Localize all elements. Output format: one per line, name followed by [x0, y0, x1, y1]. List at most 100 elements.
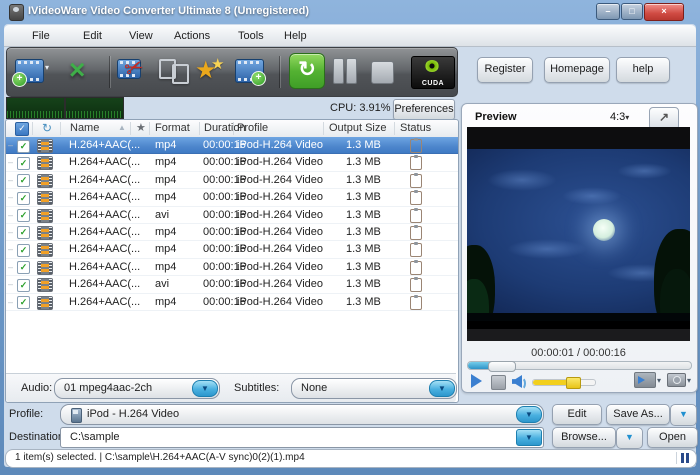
row-checkbox[interactable]: ✓ [17, 296, 30, 309]
row-checkbox[interactable]: ✓ [17, 279, 30, 292]
preview-title: Preview [475, 111, 517, 123]
destination-input[interactable]: C:\sample ▼ [60, 427, 544, 448]
app-window: IVideoWare Video Converter Ultimate 8 (U… [0, 0, 700, 475]
select-all-checkbox[interactable]: ✓ [15, 122, 29, 136]
help-button[interactable]: help [616, 57, 670, 83]
stop-button[interactable] [371, 61, 394, 84]
delete-button[interactable]: × [69, 55, 85, 89]
aspect-ratio-select[interactable]: 4:3▾ [610, 111, 629, 123]
menu-help[interactable]: Help [280, 29, 311, 43]
cell-format: mp4 [155, 174, 176, 186]
snapshot-camera-icon[interactable] [667, 373, 686, 387]
edit-profile-button[interactable]: Edit [552, 404, 602, 425]
plus-icon: + [12, 72, 27, 87]
audio-track-value: 01 mpeg4aac-2ch [64, 382, 152, 394]
table-row[interactable]: – ✓ H.264+AAC(... mp4 00:00:16 iPod-H.26… [6, 137, 458, 154]
column-output-size[interactable]: Output Size [329, 122, 386, 134]
row-checkbox[interactable]: ✓ [17, 226, 30, 239]
subtitles-select[interactable]: None ▼ [291, 378, 457, 399]
cell-format: mp4 [155, 296, 176, 308]
column-name[interactable]: Name [70, 122, 99, 134]
table-row[interactable]: – ✓ H.264+AAC(... mp4 00:00:16 iPod-H.26… [6, 224, 458, 241]
client-area: File Edit View Actions Tools Help + ▾ × … [4, 24, 696, 467]
seek-progress [468, 362, 490, 369]
profile-select[interactable]: iPod - H.264 Video ▼ [60, 404, 544, 425]
menu-tools[interactable]: Tools [234, 29, 268, 43]
row-checkbox[interactable]: ✓ [17, 209, 30, 222]
row-checkbox[interactable]: ✓ [17, 244, 30, 257]
row-tree-dash: – [8, 244, 13, 254]
seek-bar[interactable] [467, 361, 692, 370]
dropdown-arrow-icon[interactable]: ▼ [192, 380, 218, 397]
chevron-down-icon[interactable]: ▾ [657, 376, 661, 385]
cuda-label: CUDA [412, 80, 454, 87]
browse-button[interactable]: Browse... [552, 427, 616, 448]
menu-edit[interactable]: Edit [79, 29, 106, 43]
browse-dropdown-button[interactable]: ▼ [616, 427, 643, 449]
video-file-icon [37, 243, 53, 257]
dropdown-arrow-icon[interactable]: ▼ [516, 429, 542, 446]
preview-mode-icon[interactable] [634, 372, 656, 388]
volume-thumb[interactable] [566, 377, 581, 389]
pause-button[interactable] [333, 55, 359, 89]
row-checkbox[interactable]: ✓ [17, 261, 30, 274]
row-checkbox[interactable]: ✓ [17, 192, 30, 205]
row-checkbox[interactable]: ✓ [17, 174, 30, 187]
audio-subtitle-bar: Audio: 01 mpeg4aac-2ch ▼ Subtitles: None… [6, 373, 456, 402]
column-format[interactable]: Format [155, 122, 190, 134]
row-checkbox[interactable]: ✓ [17, 157, 30, 170]
convert-button[interactable]: ↻ [289, 53, 325, 89]
row-checkbox[interactable]: ✓ [17, 140, 30, 153]
homepage-button[interactable]: Homepage [544, 57, 610, 83]
status-clipboard-icon [410, 209, 422, 223]
title-bar[interactable]: IVideoWare Video Converter Ultimate 8 (U… [0, 0, 700, 24]
minimize-button[interactable]: – [596, 3, 620, 20]
table-row[interactable]: – ✓ H.264+AAC(... avi 00:00:16 iPod-H.26… [6, 207, 458, 224]
menu-file[interactable]: File [28, 29, 54, 43]
column-favorite-icon[interactable]: ★ [136, 121, 146, 134]
add-file-button[interactable]: + [235, 55, 271, 89]
chevron-down-icon[interactable]: ▾ [687, 376, 691, 385]
menu-view[interactable]: View [125, 29, 157, 43]
cuda-button[interactable]: CUDA [411, 56, 455, 89]
table-row[interactable]: – ✓ H.264+AAC(... mp4 00:00:16 iPod-H.26… [6, 189, 458, 206]
subtitles-value: None [301, 382, 327, 394]
register-button[interactable]: Register [477, 57, 533, 83]
add-video-button[interactable]: + ▾ [15, 55, 57, 89]
dropdown-arrow-icon[interactable]: ▼ [516, 406, 542, 423]
menu-actions[interactable]: Actions [170, 29, 214, 43]
table-row[interactable]: – ✓ H.264+AAC(... avi 00:00:16 iPod-H.26… [6, 276, 458, 293]
volume-icon[interactable] [512, 375, 526, 388]
video-display[interactable] [467, 127, 690, 341]
volume-slider[interactable] [532, 379, 596, 386]
merge-button[interactable] [157, 55, 191, 89]
close-button[interactable]: × [644, 3, 684, 21]
column-profile[interactable]: Profile [237, 122, 268, 134]
video-file-icon [37, 191, 53, 205]
table-row[interactable]: – ✓ H.264+AAC(... mp4 00:00:16 iPod-H.26… [6, 154, 458, 171]
save-as-dropdown-button[interactable]: ▼ [670, 404, 697, 426]
table-row[interactable]: – ✓ H.264+AAC(... mp4 00:00:16 iPod-H.26… [6, 241, 458, 258]
dropdown-arrow-icon[interactable]: ▼ [429, 380, 455, 397]
row-tree-dash: – [8, 262, 13, 272]
stop-playback-button[interactable] [491, 375, 506, 390]
play-button[interactable] [471, 374, 482, 388]
column-separator [130, 122, 131, 135]
preferences-button[interactable]: Preferences [393, 99, 455, 120]
cell-format: mp4 [155, 156, 176, 168]
grip-icon[interactable] [676, 452, 693, 464]
table-row[interactable]: – ✓ H.264+AAC(... mp4 00:00:16 iPod-H.26… [6, 259, 458, 276]
maximize-button[interactable]: □ [621, 3, 643, 20]
convert-state-column-icon[interactable]: ↻ [42, 121, 52, 135]
audio-track-select[interactable]: 01 mpeg4aac-2ch ▼ [54, 378, 220, 399]
clip-button[interactable]: ✂ [117, 55, 153, 89]
save-as-button[interactable]: Save As... [606, 404, 670, 425]
status-clipboard-icon [410, 226, 422, 240]
column-status[interactable]: Status [400, 122, 431, 134]
cell-format: mp4 [155, 243, 176, 255]
seek-thumb[interactable] [488, 361, 516, 372]
open-folder-button[interactable]: Open [647, 427, 698, 448]
table-row[interactable]: – ✓ H.264+AAC(... mp4 00:00:16 iPod-H.26… [6, 294, 458, 311]
table-row[interactable]: – ✓ H.264+AAC(... mp4 00:00:16 iPod-H.26… [6, 172, 458, 189]
effects-button[interactable]: ★ ★ [195, 55, 229, 89]
